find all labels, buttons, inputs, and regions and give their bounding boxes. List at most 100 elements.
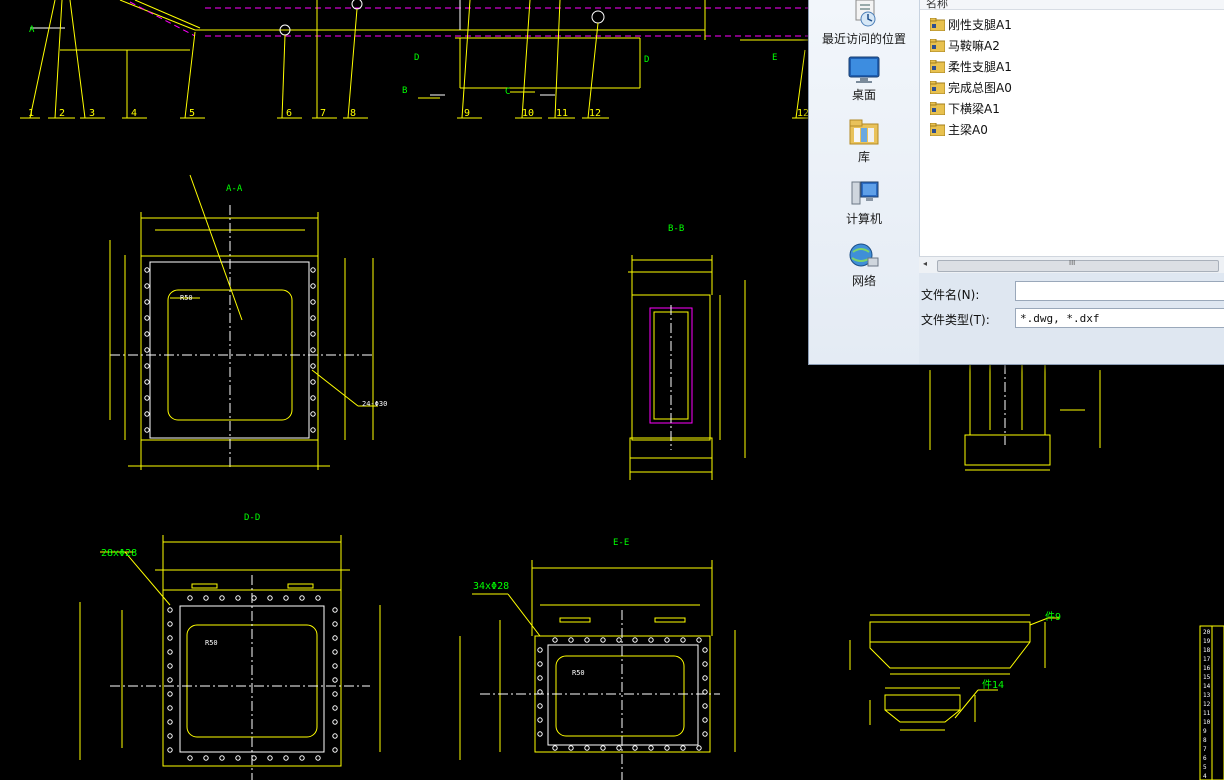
bolt-hole [537, 731, 543, 737]
bolt-hole [267, 755, 273, 761]
balloon-8: 8 [350, 108, 356, 119]
balloon-numbers: 1 2 3 4 5 6 7 8 9 10 11 12 12 [28, 108, 809, 119]
bolt-hole [203, 595, 209, 601]
file-item[interactable]: 下横梁A1 [929, 98, 1000, 118]
filename-label: 文件名(N): [921, 288, 980, 302]
recent-places-icon [855, 0, 876, 27]
bolt-hole [680, 637, 686, 643]
filetype-select[interactable]: *.dwg, *.dxf [1015, 308, 1224, 328]
bolt-hole [584, 745, 590, 751]
ee-radius-note: R50 [572, 669, 585, 677]
part-9-detail [849, 614, 1060, 675]
file-item[interactable]: 主梁A0 [929, 119, 988, 139]
part-9-label: 件9 [1045, 611, 1061, 623]
bolt-hole [702, 717, 708, 723]
balloon-1: 1 [28, 108, 34, 119]
bolt-hole [332, 747, 338, 753]
libraries-icon [849, 119, 879, 145]
bolt-hole [702, 703, 708, 709]
file-name: 刚性支腿A1 [948, 17, 1012, 32]
bolt-hole [537, 647, 543, 653]
tb-row: 20 [1203, 629, 1211, 636]
bolt-hole [283, 595, 289, 601]
marker-c: C [505, 87, 510, 97]
bolt-hole [167, 635, 173, 641]
view-b-b [628, 255, 746, 480]
bolt-hole [144, 299, 150, 305]
horizontal-scrollbar[interactable]: ◂ III [919, 256, 1224, 273]
bolt-hole [332, 705, 338, 711]
bolt-hole [310, 331, 316, 337]
bolt-hole [664, 745, 670, 751]
tb-row: 11 [1203, 710, 1211, 717]
scroll-left-arrow-icon[interactable]: ◂ [923, 259, 927, 268]
tb-row: 16 [1203, 665, 1211, 672]
bolt-hole [144, 379, 150, 385]
view-d-d-title: D-D [244, 513, 260, 523]
elevation-view [30, 0, 808, 99]
aa-radius-note: R50 [180, 294, 193, 302]
dd-holes-note: 28xΦ28 [101, 548, 137, 559]
bolt-hole [332, 733, 338, 739]
place-computer[interactable]: 计算机 [809, 180, 919, 227]
view-d-d [79, 535, 381, 780]
bolt-hole [552, 637, 558, 643]
bolt-hole [632, 637, 638, 643]
bolt-hole [310, 363, 316, 369]
balloon-6: 6 [286, 108, 292, 119]
bolt-hole [702, 675, 708, 681]
balloon-3: 3 [89, 108, 95, 119]
file-item[interactable]: 完成总图A0 [929, 77, 1012, 97]
bolt-hole [702, 647, 708, 653]
bolt-hole [696, 637, 702, 643]
dd-radius-note: R50 [205, 639, 218, 647]
filename-input[interactable] [1015, 281, 1224, 301]
balloon-2: 2 [59, 108, 65, 119]
bolt-hole [299, 595, 305, 601]
place-network-label: 网络 [851, 274, 876, 288]
bolt-hole [568, 637, 574, 643]
view-a-a-title: A-A [226, 184, 243, 194]
place-libraries[interactable]: 库 [809, 118, 919, 165]
place-network[interactable]: 网络 [809, 242, 919, 289]
place-desktop[interactable]: 桌面 [809, 56, 919, 103]
scroll-thumb[interactable] [937, 260, 1219, 272]
bolt-hole [537, 703, 543, 709]
tb-row: 7 [1203, 746, 1207, 753]
tb-row: 19 [1203, 638, 1211, 645]
bolt-hole [552, 745, 558, 751]
place-desktop-label: 桌面 [851, 88, 876, 102]
bolt-hole [187, 755, 193, 761]
bolt-hole [235, 755, 241, 761]
place-recent[interactable]: 最近访问的位置 [809, 0, 919, 47]
bolt-hole [144, 331, 150, 337]
bolt-hole [680, 745, 686, 751]
marker-a: A [29, 25, 35, 35]
bolt-hole [310, 427, 316, 433]
bolt-hole [144, 267, 150, 273]
bolt-hole [167, 719, 173, 725]
file-item[interactable]: 刚性支腿A1 [929, 14, 1012, 34]
bolt-hole [332, 649, 338, 655]
open-file-dialog: 最近访问的位置 桌面 库 计算机 网络 名称 刚性支腿A1 马鞍嘛A2 柔性支腿… [808, 0, 1224, 365]
column-header-name[interactable]: 名称 [920, 0, 1224, 10]
balloon-11: 11 [556, 108, 568, 119]
file-item[interactable]: 马鞍嘛A2 [929, 35, 1000, 55]
bolt-hole [310, 379, 316, 385]
dwg-file-icon [929, 38, 946, 52]
tb-row: 10 [1203, 719, 1211, 726]
file-list[interactable]: 名称 刚性支腿A1 马鞍嘛A2 柔性支腿A1 完成总图A0 下横梁A1 主梁A0 [919, 0, 1224, 256]
marker-e: E [772, 53, 777, 63]
file-name: 主梁A0 [948, 122, 988, 137]
bolt-hole [299, 755, 305, 761]
marker-b: B [402, 86, 407, 96]
file-item[interactable]: 柔性支腿A1 [929, 56, 1012, 76]
place-computer-label: 计算机 [845, 212, 882, 226]
view-e-e-title: E-E [613, 538, 629, 548]
bolt-hole [310, 315, 316, 321]
tb-row: 15 [1203, 674, 1211, 681]
bolt-hole [167, 705, 173, 711]
file-name: 马鞍嘛A2 [948, 38, 1000, 53]
bolt-hole [332, 719, 338, 725]
bolt-hole [167, 607, 173, 613]
